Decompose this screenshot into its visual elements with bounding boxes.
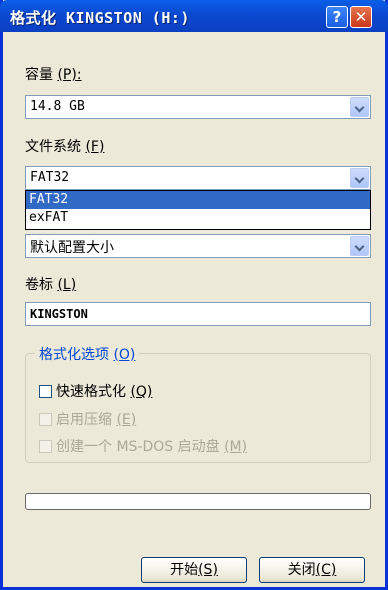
filesystem-dropdown-list: FAT32 exFAT <box>25 190 371 230</box>
format-options-title: 格式化选项 (O) <box>35 344 140 364</box>
chevron-down-icon[interactable] <box>350 97 369 117</box>
option-exfat[interactable]: exFAT <box>26 209 370 227</box>
help-button[interactable]: ? <box>326 6 348 28</box>
option-fat32[interactable]: FAT32 <box>26 191 370 209</box>
quick-format-checkbox[interactable]: 快速格式化 (Q) <box>39 381 152 401</box>
close-icon: ✕ <box>354 8 368 26</box>
volume-label: 卷标 (L) <box>25 277 77 293</box>
volume-label-input[interactable]: KINGSTON <box>25 302 371 326</box>
chevron-down-icon[interactable] <box>350 168 369 188</box>
close-button[interactable]: 关闭(C) <box>259 557 365 583</box>
volume-label-value: KINGSTON <box>30 307 88 321</box>
enable-compression-checkbox: 启用压缩 (E) <box>39 409 136 429</box>
allocation-value: 默认配置大小 <box>30 240 114 256</box>
title-bar[interactable]: 格式化 KINGSTON (H:) ? ✕ <box>0 0 388 32</box>
checkbox-icon <box>39 440 52 453</box>
capacity-select[interactable]: 14.8 GB <box>25 95 371 119</box>
filesystem-select[interactable]: FAT32 <box>25 166 371 190</box>
format-dialog: 格式化 KINGSTON (H:) ? ✕ 容量 (P): 14.8 GB 文件… <box>0 0 388 590</box>
format-progress-bar <box>25 493 371 510</box>
capacity-label: 容量 (P): <box>25 67 82 83</box>
window-title: 格式化 KINGSTON (H:) <box>10 9 190 27</box>
chevron-down-icon[interactable] <box>350 236 369 256</box>
checkbox-icon <box>39 413 52 426</box>
msdos-startup-disk-checkbox: 创建一个 MS-DOS 启动盘 (M) <box>39 436 247 456</box>
capacity-value: 14.8 GB <box>30 99 85 114</box>
help-icon: ? <box>332 8 342 26</box>
close-window-button[interactable]: ✕ <box>350 6 372 28</box>
checkbox-icon[interactable] <box>39 385 52 398</box>
allocation-size-select[interactable]: 默认配置大小 <box>25 234 371 258</box>
filesystem-label: 文件系统 (F) <box>25 139 105 155</box>
filesystem-value: FAT32 <box>30 170 70 185</box>
start-button[interactable]: 开始(S) <box>141 557 247 583</box>
